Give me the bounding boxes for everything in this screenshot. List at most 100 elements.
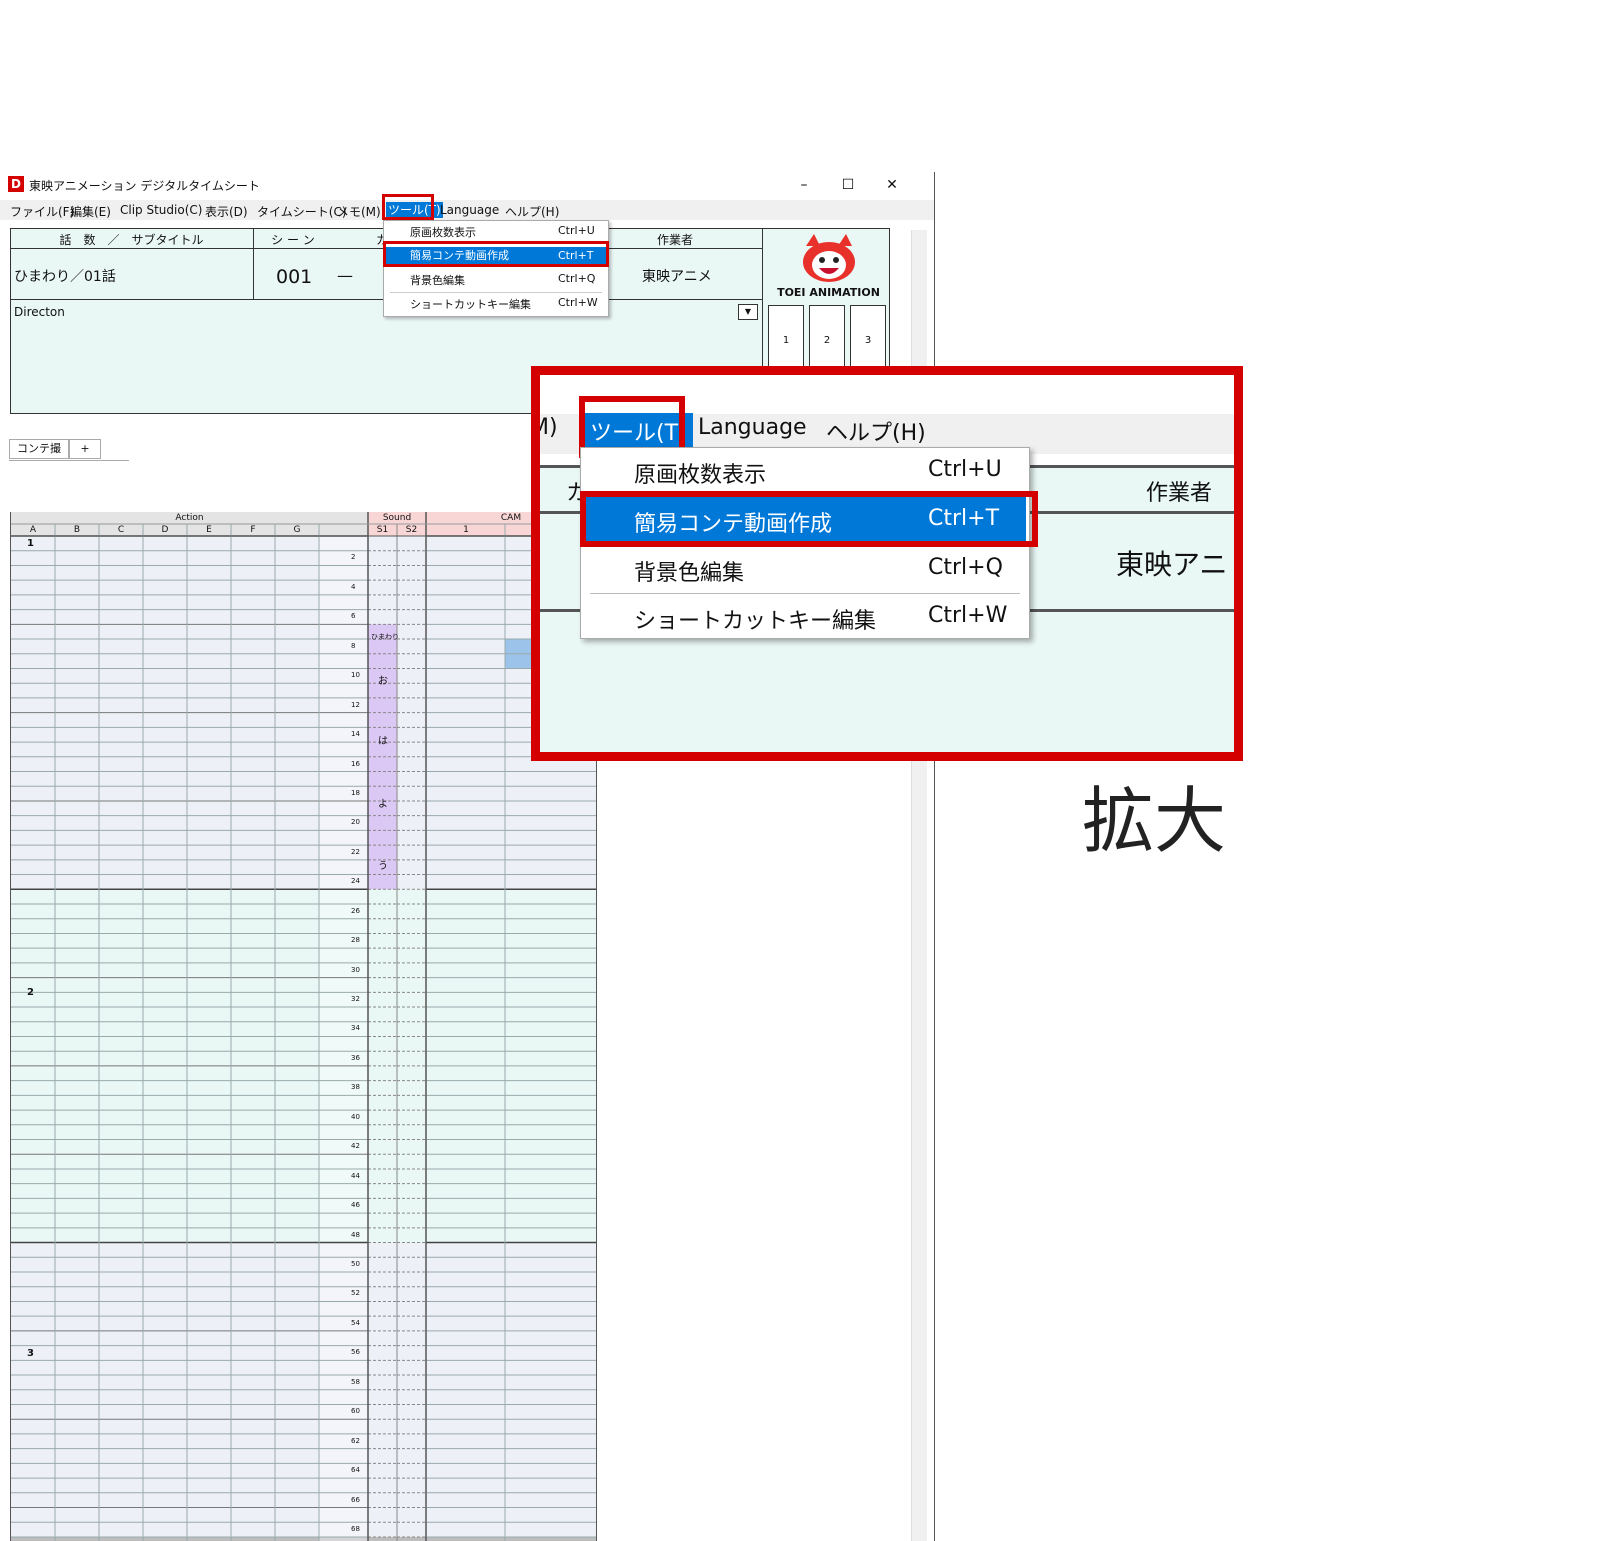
menu-edit[interactable]: 編集(E) <box>70 203 111 220</box>
menu-memo[interactable]: メモ(M) <box>337 203 381 220</box>
frame-number: 22 <box>351 847 360 856</box>
menu-item-label: 背景色編集 <box>410 274 465 287</box>
frame-number: 24 <box>351 877 360 886</box>
sound-text-ha[interactable]: は <box>378 732 388 747</box>
frame-number: 32 <box>351 995 360 1004</box>
frame-number: 64 <box>351 1466 360 1475</box>
tools-menu-highlight-frame <box>382 194 434 220</box>
frame-number: 38 <box>351 1083 360 1092</box>
toei-mascot-logo <box>794 232 864 286</box>
menu-item-shortcut: Ctrl+W <box>558 296 598 309</box>
frame-number: 48 <box>351 1230 360 1239</box>
tab-add[interactable]: + <box>69 439 101 459</box>
frame-number: 6 <box>351 612 356 621</box>
frame-number: 58 <box>351 1377 360 1386</box>
zoom-callout-frame <box>531 366 1243 761</box>
app-logo-icon: D <box>8 176 24 192</box>
frame-number: 2 <box>351 553 356 562</box>
direction-dropdown-arrow-icon[interactable]: ▼ <box>738 304 758 320</box>
menu-item-shortcut: Ctrl+U <box>558 224 595 237</box>
author-caption: 作業者 <box>656 233 693 247</box>
menu-item-label: 原画枚数表示 <box>410 226 476 239</box>
window-title: 東映アニメーション デジタルタイムシート <box>29 179 260 193</box>
scene-value[interactable]: 001 <box>276 266 312 288</box>
header-divider <box>253 228 254 299</box>
frame-number: 20 <box>351 818 360 827</box>
menu-clipstudio[interactable]: Clip Studio(C) <box>120 203 202 217</box>
menu-language[interactable]: Language <box>440 203 499 217</box>
frame-number: 52 <box>351 1289 360 1298</box>
frame-number: 40 <box>351 1112 360 1121</box>
menu-help[interactable]: ヘルプ(H) <box>505 203 559 220</box>
sound-text-yo[interactable]: よ <box>378 795 388 810</box>
menu-item-highlight-frame <box>383 241 609 267</box>
frame-number: 68 <box>351 1524 360 1533</box>
frame-number: 16 <box>351 759 360 768</box>
sound-text-u[interactable]: う <box>378 857 388 872</box>
frame-number: 14 <box>351 730 360 739</box>
grid-lines <box>11 512 596 1541</box>
frame-number: 4 <box>351 582 356 591</box>
episode-value[interactable]: ひまわり／01話 <box>14 266 116 286</box>
col-c[interactable]: C <box>99 524 143 536</box>
scene-caption: シ ー ン <box>271 233 315 247</box>
frame-number: 12 <box>351 700 360 709</box>
menu-file[interactable]: ファイル(F) <box>10 203 74 220</box>
close-button[interactable]: ✕ <box>872 173 912 197</box>
second-marker-1: 1 <box>27 538 34 549</box>
sound-text-himawari[interactable]: ひまわり <box>371 632 399 642</box>
col-s2[interactable]: S2 <box>397 524 426 536</box>
col-a[interactable]: A <box>11 524 55 536</box>
frame-number: 56 <box>351 1348 360 1357</box>
second-marker-2: 2 <box>27 987 34 998</box>
col-g[interactable]: G <box>275 524 319 536</box>
col-d[interactable]: D <box>143 524 187 536</box>
menu-item-shortcut-edit[interactable]: ショートカットキー編集 Ctrl+W <box>384 296 608 314</box>
col-f[interactable]: F <box>231 524 275 536</box>
col-s1[interactable]: S1 <box>368 524 397 536</box>
menu-item-shortcut: Ctrl+Q <box>558 272 596 285</box>
scene-dash: — <box>337 266 353 285</box>
menu-item-bg-color-edit[interactable]: 背景色編集 Ctrl+Q <box>384 272 608 290</box>
minimize-button[interactable]: – <box>784 173 824 197</box>
frame-number: 18 <box>351 788 360 797</box>
frame-number: 66 <box>351 1495 360 1504</box>
group-action-header: Action <box>175 513 204 523</box>
tab-underline <box>9 460 129 461</box>
frame-number: 28 <box>351 936 360 945</box>
menu-item-genga-count[interactable]: 原画枚数表示 Ctrl+U <box>384 224 608 242</box>
menu-view[interactable]: 表示(D) <box>205 203 248 220</box>
frame-number: 60 <box>351 1407 360 1416</box>
menu-timesheet[interactable]: タイムシート(C) <box>257 203 347 220</box>
episode-caption: 話 数 ／ サブタイトル <box>59 233 204 247</box>
timesheet-grid: Action Sound CAM A B C D E F G S1 S2 1 1… <box>10 512 597 1541</box>
menu-bar: ファイル(F) 編集(E) Clip Studio(C) 表示(D) タイムシー… <box>0 200 935 220</box>
frame-number: 30 <box>351 965 360 974</box>
title-bar: D 東映アニメーション デジタルタイムシート – ☐ ✕ <box>0 170 935 200</box>
col-e[interactable]: E <box>187 524 231 536</box>
menu-item-label: ショートカットキー編集 <box>410 298 531 311</box>
author-value[interactable]: 東映アニメ <box>642 266 712 286</box>
frame-number: 34 <box>351 1024 360 1033</box>
frame-number: 50 <box>351 1260 360 1268</box>
second-marker-3: 3 <box>27 1348 34 1359</box>
frame-number: 26 <box>351 906 360 915</box>
frame-number: 8 <box>351 641 356 650</box>
tools-dropdown: 原画枚数表示 Ctrl+U 簡易コンテ動画作成 Ctrl+T 背景色編集 Ctr… <box>383 220 609 317</box>
col-cam-1[interactable]: 1 <box>426 524 506 536</box>
sound-text-o[interactable]: お <box>378 672 388 687</box>
menu-separator <box>390 292 602 293</box>
maximize-button[interactable]: ☐ <box>828 173 868 197</box>
tab-conte[interactable]: コンテ撮 <box>9 439 69 459</box>
frame-number: 36 <box>351 1053 360 1062</box>
frame-number: 46 <box>351 1201 360 1210</box>
col-b[interactable]: B <box>55 524 99 536</box>
frame-number: 42 <box>351 1142 360 1151</box>
frame-number: 62 <box>351 1436 360 1445</box>
frame-number: 10 <box>351 671 360 680</box>
direction-label[interactable]: Directon <box>14 305 65 319</box>
logo-text: TOEI ANIMATION <box>777 286 880 299</box>
zoom-caption: 拡大 <box>1082 779 1227 863</box>
frame-number: 44 <box>351 1171 360 1180</box>
frame-number: 54 <box>351 1318 360 1327</box>
